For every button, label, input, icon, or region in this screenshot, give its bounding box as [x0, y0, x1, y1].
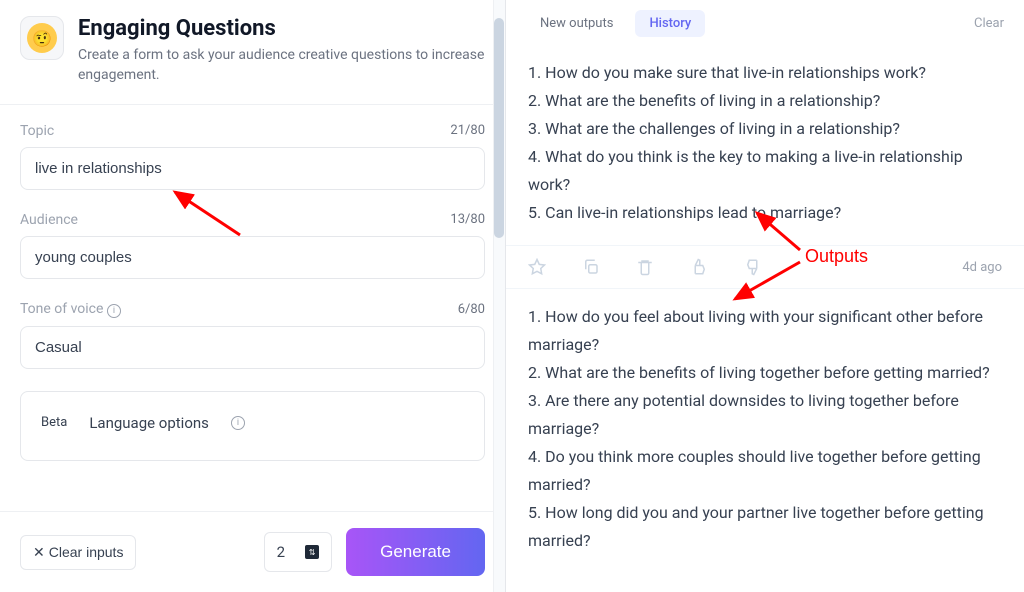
- output-timestamp: 4d ago: [962, 260, 1002, 275]
- output-block: 1. How do you make sure that live-in rel…: [506, 45, 1024, 245]
- tab-new-outputs[interactable]: New outputs: [526, 10, 627, 37]
- info-icon[interactable]: i: [231, 416, 245, 430]
- output-block: 1. How do you feel about living with you…: [506, 289, 1024, 573]
- output-line: 2. What are the benefits of living in a …: [528, 87, 1002, 115]
- clear-outputs-link[interactable]: Clear: [974, 16, 1004, 31]
- quantity-stepper[interactable]: 2 ⇅: [264, 532, 332, 572]
- output-line: 5. Can live-in relationships lead to mar…: [528, 199, 1002, 227]
- output-line: 1. How do you make sure that live-in rel…: [528, 59, 1002, 87]
- output-line: 4. Do you think more couples should live…: [528, 443, 1002, 499]
- tab-history[interactable]: History: [635, 10, 705, 37]
- output-line: 4. What do you think is the key to makin…: [528, 143, 1002, 199]
- clear-inputs-button[interactable]: ✕ Clear inputs: [20, 535, 136, 570]
- thumbs-up-icon[interactable]: [690, 258, 708, 276]
- stepper-handle-icon[interactable]: ⇅: [305, 545, 319, 559]
- topic-label: Topic: [20, 123, 54, 139]
- language-options-label: Language options: [89, 414, 209, 432]
- beta-badge: Beta: [41, 415, 67, 430]
- generate-button[interactable]: Generate: [346, 528, 485, 576]
- form-footer: ✕ Clear inputs 2 ⇅ Generate: [0, 511, 505, 592]
- stepper-value: 2: [277, 543, 285, 561]
- scrollbar-vertical[interactable]: [493, 0, 505, 592]
- app-subtitle: Create a form to ask your audience creat…: [78, 46, 485, 85]
- tone-input[interactable]: [20, 326, 485, 369]
- app-title: Engaging Questions: [78, 16, 485, 42]
- audience-input[interactable]: [20, 236, 485, 279]
- close-icon: ✕: [33, 544, 45, 561]
- info-icon[interactable]: i: [107, 304, 121, 318]
- output-line: 1. How do you feel about living with you…: [528, 303, 1002, 359]
- output-line: 2. What are the benefits of living toget…: [528, 359, 1002, 387]
- app-header: 🤨 Engaging Questions Create a form to as…: [0, 0, 505, 105]
- output-actions: 4d ago: [506, 245, 1024, 289]
- tone-counter: 6/80: [458, 302, 485, 317]
- scrollbar-thumb[interactable]: [494, 18, 504, 238]
- audience-label: Audience: [20, 212, 78, 228]
- language-options-block[interactable]: Beta Language options i: [20, 391, 485, 461]
- output-line: 3. What are the challenges of living in …: [528, 115, 1002, 143]
- app-icon: 🤨: [20, 16, 64, 60]
- thumbs-down-icon[interactable]: [744, 258, 762, 276]
- output-line: 5. How long did you and your partner liv…: [528, 499, 1002, 555]
- topic-counter: 21/80: [450, 123, 485, 138]
- delete-icon[interactable]: [636, 258, 654, 276]
- tone-label: Tone of voice i: [20, 301, 121, 318]
- audience-counter: 13/80: [450, 212, 485, 227]
- topic-input[interactable]: [20, 147, 485, 190]
- copy-icon[interactable]: [582, 258, 600, 276]
- output-line: 3. Are there any potential downsides to …: [528, 387, 1002, 443]
- star-icon[interactable]: [528, 258, 546, 276]
